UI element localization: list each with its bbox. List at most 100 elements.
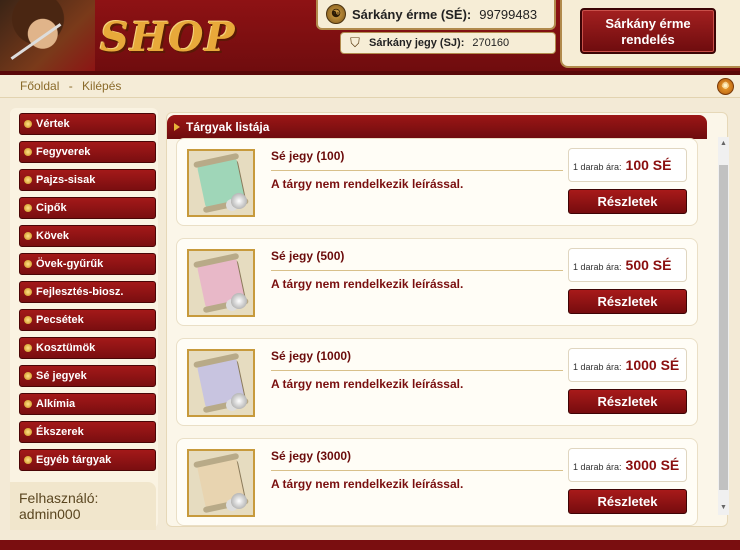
item-divider: [271, 270, 563, 271]
price-value: 100 SÉ: [625, 157, 672, 173]
item-list-title: Tárgyak listája: [186, 120, 270, 134]
coin-pile-icon: [231, 393, 247, 409]
item-card: Sé jegy (500) A tárgy nem rendelkezik leí…: [176, 238, 698, 326]
dragon-ticket-label: Sárkány jegy (SJ):: [369, 37, 465, 49]
sidebar-category-item[interactable]: Övek-gyűrűk: [19, 253, 156, 275]
sidebar-category-label: Vértek: [36, 118, 70, 130]
order-button-line2: rendelés: [621, 32, 675, 47]
item-name: Sé jegy (1000): [271, 349, 352, 363]
item-description: A tárgy nem rendelkezik leírással.: [271, 177, 464, 191]
coin-pile-icon: [231, 193, 247, 209]
sidebar-category-label: Pecsétek: [36, 314, 84, 326]
bullet-icon: [24, 400, 32, 408]
item-name: Sé jegy (100): [271, 149, 345, 163]
item-price-box: 1 darab ára: 100 SÉ: [568, 148, 687, 182]
item-thumbnail[interactable]: [187, 449, 255, 517]
sidebar-category-item[interactable]: Pajzs-sisak: [19, 169, 156, 191]
scroll-up-arrow-icon[interactable]: ▲: [718, 137, 729, 151]
sidebar-category-label: Fejlesztés-biosz.: [36, 286, 124, 298]
price-label: 1 darab ára:: [573, 362, 622, 372]
globe-icon[interactable]: ✺: [717, 78, 734, 95]
price-label: 1 darab ára:: [573, 162, 622, 172]
shield-icon: ⛉: [350, 35, 360, 50]
item-card: Sé jegy (3000) A tárgy nem rendelkezik le…: [176, 438, 698, 526]
sidebar-category-label: Övek-gyűrűk: [36, 258, 104, 270]
sidebar-category-item[interactable]: Alkímia: [19, 393, 156, 415]
sidebar-category-item[interactable]: Fegyverek: [19, 141, 156, 163]
dragon-ticket-value: 270160: [472, 37, 510, 49]
nav-separator: -: [68, 79, 73, 93]
bullet-icon: [24, 120, 32, 128]
sidebar-category-item[interactable]: Cipők: [19, 197, 156, 219]
category-sidebar: Vértek Fegyverek Pajzs-sisak Cipők Kövek Övek…: [10, 108, 158, 528]
details-button[interactable]: Részletek: [568, 189, 687, 214]
sidebar-category-label: Alkímia: [36, 398, 76, 410]
item-thumbnail[interactable]: [187, 249, 255, 317]
bullet-icon: [24, 204, 32, 212]
logout-link[interactable]: Kilépés: [82, 79, 121, 93]
bullet-icon: [24, 148, 32, 156]
home-link[interactable]: Főoldal: [20, 79, 59, 93]
sidebar-category-item[interactable]: Vértek: [19, 113, 156, 135]
bullet-icon: [24, 260, 32, 268]
sidebar-category-label: Fegyverek: [36, 146, 91, 158]
username: admin000: [19, 506, 81, 522]
sidebar-category-label: Egyéb tárgyak: [36, 454, 112, 466]
item-name: Sé jegy (500): [271, 249, 345, 263]
dragon-ticket-balance: ⛉ Sárkány jegy (SJ): 270160: [340, 32, 556, 54]
bullet-icon: [24, 456, 32, 464]
triangle-icon: [174, 123, 180, 131]
price-value: 500 SÉ: [625, 257, 672, 273]
item-list-panel: Tárgyak listája ▲ ▼ Sé jegy (100) A tárgy…: [166, 112, 729, 527]
item-price-box: 1 darab ára: 3000 SÉ: [568, 448, 687, 482]
item-divider: [271, 470, 563, 471]
item-description: A tárgy nem rendelkezik leírással.: [271, 377, 464, 391]
item-thumbnail[interactable]: [187, 349, 255, 417]
order-dragon-coin-button[interactable]: Sárkány érme rendelés: [580, 8, 716, 54]
footer-bar: [0, 540, 740, 550]
bullet-icon: [24, 316, 32, 324]
vertical-scrollbar[interactable]: ▲ ▼: [718, 137, 729, 515]
sidebar-category-item[interactable]: Ékszerek: [19, 421, 156, 443]
sidebar-category-label: Kövek: [36, 230, 70, 242]
sidebar-category-item[interactable]: Pecsétek: [19, 309, 156, 331]
details-button[interactable]: Részletek: [568, 289, 687, 314]
item-divider: [271, 370, 563, 371]
price-value: 3000 SÉ: [625, 457, 680, 473]
sidebar-category-item[interactable]: Egyéb tárgyak: [19, 449, 156, 471]
sidebar-category-label: Ékszerek: [36, 426, 84, 438]
price-label: 1 darab ára:: [573, 262, 622, 272]
sidebar-category-item[interactable]: Fejlesztés-biosz.: [19, 281, 156, 303]
scrollbar-thumb[interactable]: [719, 165, 728, 490]
item-description: A tárgy nem rendelkezik leírással.: [271, 277, 464, 291]
sidebar-category-item[interactable]: Kövek: [19, 225, 156, 247]
dragon-coin-icon: ☯: [326, 4, 346, 24]
bullet-icon: [24, 372, 32, 380]
sidebar-category-label: Sé jegyek: [36, 370, 87, 382]
sidebar-category-item[interactable]: Kosztümök: [19, 337, 156, 359]
sidebar-category-label: Kosztümök: [36, 342, 96, 354]
user-label: Felhasználó:: [19, 490, 99, 506]
item-price-box: 1 darab ára: 1000 SÉ: [568, 348, 687, 382]
item-divider: [271, 170, 563, 171]
shop-logo: SHOP: [100, 14, 236, 61]
details-button[interactable]: Részletek: [568, 489, 687, 514]
breadcrumb-nav: Főoldal - Kilépés ✺: [0, 75, 740, 98]
bullet-icon: [24, 288, 32, 296]
details-button[interactable]: Részletek: [568, 389, 687, 414]
dragon-coin-balance: ☯ Sárkány érme (SÉ): 99799483: [316, 0, 556, 30]
bullet-icon: [24, 344, 32, 352]
dragon-coin-label: Sárkány érme (SÉ):: [352, 6, 472, 22]
scroll-down-arrow-icon[interactable]: ▼: [718, 501, 729, 515]
order-panel: Sárkány érme rendelés: [560, 0, 740, 68]
order-button-line1: Sárkány érme: [605, 16, 691, 31]
user-info: Felhasználó: admin000: [10, 482, 156, 530]
sidebar-category-item[interactable]: Sé jegyek: [19, 365, 156, 387]
coin-pile-icon: [231, 493, 247, 509]
coin-pile-icon: [231, 293, 247, 309]
item-thumbnail[interactable]: [187, 149, 255, 217]
sidebar-category-label: Pajzs-sisak: [36, 174, 96, 186]
bullet-icon: [24, 428, 32, 436]
hero-portrait-image: [0, 0, 95, 75]
sidebar-category-label: Cipők: [36, 202, 67, 214]
